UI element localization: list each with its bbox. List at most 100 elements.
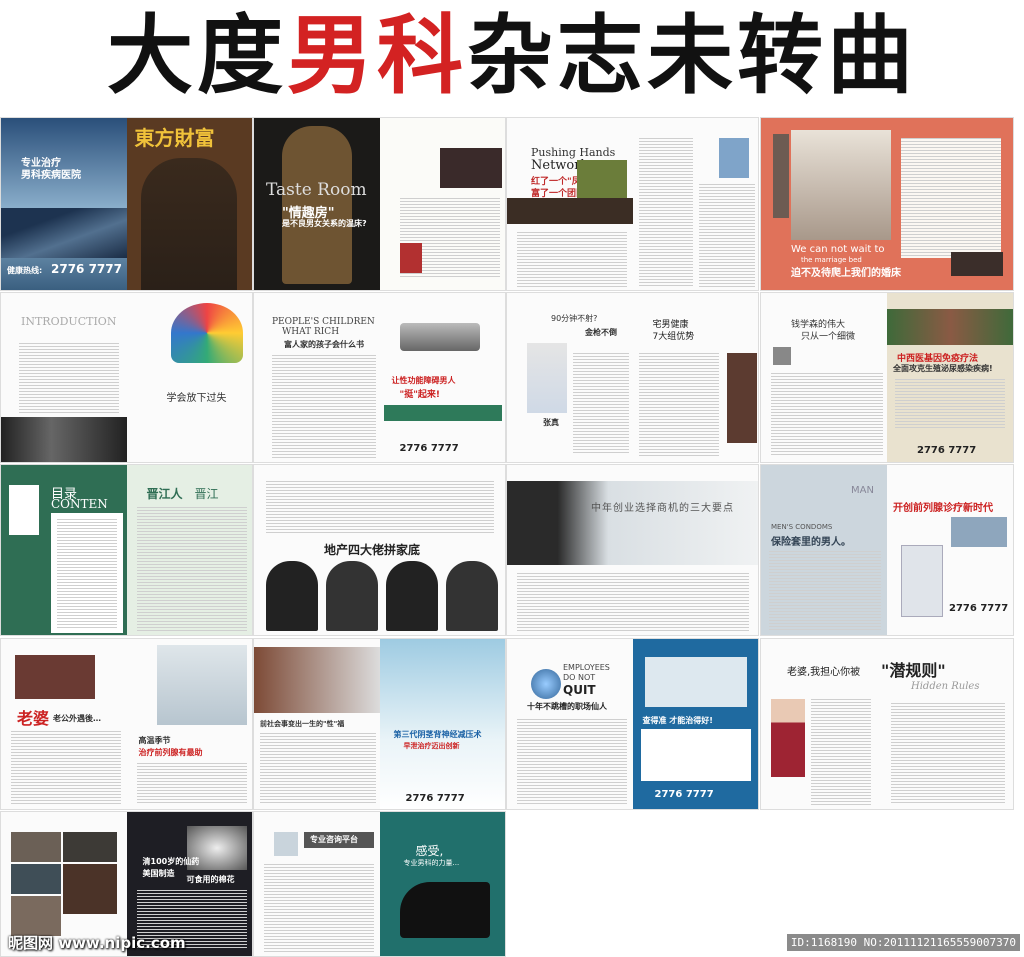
ed-ad-line1: 让性功能障碍男人 <box>391 376 456 385</box>
text-block <box>272 355 376 459</box>
spread-3: Pushing Hands Network 红了一个"凤姐" 富了一个团队 <box>506 117 759 291</box>
text-block <box>891 703 1005 805</box>
dark-band <box>507 198 633 224</box>
text-block <box>769 551 881 631</box>
spread-12: MAN MEN'S CONDOMS 保险套里的男人。 开创前列腺诊疗新时代 27… <box>760 464 1014 636</box>
ed-ad-page: 让性功能障碍男人 "挺"起来! 2776 7777 <box>379 293 505 462</box>
hidden-rules-en: Hidden Rules <box>911 681 980 692</box>
piano-headline: 感受, <box>415 844 444 858</box>
watermark: 昵图网 www.nipic.com <box>8 934 186 952</box>
tycoon-2 <box>326 561 378 631</box>
green-band <box>383 405 502 421</box>
text-block <box>266 481 494 535</box>
employees-en1: EMPLOYEES <box>563 663 610 672</box>
network-page: Pushing Hands Network 红了一个"凤姐" 富了一个团队 <box>507 118 633 290</box>
text-block <box>698 184 755 288</box>
doctor-page: 90分钟不射? 金枪不倒 张真 <box>507 293 633 462</box>
text-block <box>638 138 693 286</box>
consult-page: 专业咨询平台 <box>254 812 380 956</box>
doctor-h1: 90分钟不射? <box>551 314 598 323</box>
spread-8: 钱学森的伟大 只从一个细微 中西医基因免疫疗法 全面攻克生殖泌尿感染疾病! 27… <box>760 292 1014 463</box>
piano-image <box>399 882 490 938</box>
spread-11: 中年创业选择商机的三大要点 <box>506 464 759 636</box>
woman-red-dress <box>771 699 805 777</box>
employees-cn: 十年不跳槽的职场仙人 <box>527 702 607 711</box>
text-block <box>260 733 376 805</box>
cover-fortune: 東方財富 <box>126 118 252 290</box>
parachute-headline: 学会放下过失 <box>166 393 227 404</box>
prostate-summer-page: 高温季节 治疗前列腺有最助 <box>126 639 252 809</box>
rich-en2: WHAT RICH <box>282 327 340 337</box>
taste-room-page: Taste Room "情趣房" 是不良男女关系的温床? <box>254 118 380 290</box>
spread-4: We can not wait to the marriage bed 迫不及待… <box>760 117 1014 291</box>
faucet-image <box>399 323 480 351</box>
diagnosis-phone: 2776 7777 <box>654 789 714 800</box>
collage-5 <box>11 896 61 936</box>
text-block <box>517 719 627 805</box>
contents-page: 目录 CONTEN <box>1 465 127 635</box>
condom-cn: 保险套里的男人。 <box>771 537 851 548</box>
surgery-phone: 2776 7777 <box>405 793 465 804</box>
hidden-rules-h2: "潜规则" <box>881 661 946 680</box>
spread-9: 目录 CONTEN 晋江人 晋江 <box>0 464 253 636</box>
ed-ad-line2: "挺"起来! <box>399 390 440 400</box>
text-block <box>638 353 719 457</box>
cartoon-photo <box>718 138 749 178</box>
diagnosis-white <box>640 729 751 781</box>
midlife-headline: 中年创业选择商机的三大要点 <box>591 503 734 514</box>
collage-2 <box>63 832 117 862</box>
intro-en: INTRODUCTION <box>21 315 117 328</box>
medical-device <box>901 545 943 617</box>
tycoon-3 <box>386 561 438 631</box>
side-photo <box>726 353 757 443</box>
spread-1: 专业治疗 男科疾病医院 健康热线: 2776 7777 東方財富 <box>0 117 253 291</box>
text-block <box>811 699 871 805</box>
employees-page: EMPLOYEES DO NOT QUIT 十年不跳槽的职场仙人 <box>507 639 633 809</box>
text-block <box>136 507 247 633</box>
thumb-photos <box>773 134 789 218</box>
spread-7: 90分钟不射? 金枪不倒 张真 宅男健康 7大组优势 <box>506 292 759 463</box>
spread-15: EMPLOYEES DO NOT QUIT 十年不跳槽的职场仙人 查得准 才能治… <box>506 638 759 810</box>
text-block <box>264 864 374 954</box>
network-text-page <box>632 118 758 290</box>
contents-white-box <box>9 485 39 535</box>
hotel-photo <box>439 148 502 188</box>
text-block <box>517 573 749 631</box>
rich-cn: 富人家的孩子会什么书 <box>284 340 364 349</box>
jinjiang-h2: 晋江 <box>194 487 219 501</box>
marriage-cn: 迫不及待爬上我们的婚床 <box>791 268 901 279</box>
jinjiang-page: 晋江人 晋江 <box>126 465 252 635</box>
surgery-ad-page: 第三代阴茎背神经减压术 早泄治疗迈出创新 2776 7777 <box>379 639 505 809</box>
introduction-page: INTRODUCTION <box>1 293 127 462</box>
man-portrait <box>140 158 237 290</box>
marriage-en: We can not wait to <box>791 244 885 255</box>
condom-page: MAN MEN'S CONDOMS 保险套里的男人。 <box>761 465 887 635</box>
qian-page: 钱学森的伟大 只从一个细微 <box>761 293 887 462</box>
diagnosis-ad-page: 查得准 才能治得好! 2776 7777 <box>632 639 758 809</box>
clinic-photo <box>644 657 747 707</box>
surgery-ad: 第三代阴茎背神经减压术 <box>393 730 482 739</box>
text-block <box>136 763 247 805</box>
hidden-rules-h: 老婆,我担心你被 <box>787 667 861 678</box>
text-block <box>19 343 119 413</box>
mountain-image <box>1 208 127 258</box>
employees-en2: DO NOT <box>563 673 596 682</box>
businessman-photo <box>507 481 758 565</box>
spread-16: 老婆,我担心你被 "潜规则" Hidden Rules <box>760 638 1014 810</box>
otaku-page: 宅男健康 7大组优势 <box>632 293 758 462</box>
otaku-h4: 7大组优势 <box>652 332 695 342</box>
title-part2: 男科 <box>287 6 467 106</box>
spread-18: 专业咨询平台 感受, 专业男科的力量... <box>253 811 506 957</box>
spread-6: PEOPLE'S CHILDREN WHAT RICH 富人家的孩子会什么书 让… <box>253 292 506 463</box>
text-block <box>517 232 627 288</box>
tycoon-4 <box>446 561 498 631</box>
employees-en3: QUIT <box>563 683 596 697</box>
spread-10: 地产四大佬拼家底 <box>253 464 506 636</box>
hotline-label: 健康热线: <box>7 266 43 275</box>
cotton-h3: 可食用的棉花 <box>186 875 235 884</box>
page-title: 大度男科杂志未转曲 <box>0 0 1024 112</box>
text-block <box>901 138 1001 258</box>
prostate-ad: 开创前列腺诊疗新时代 <box>893 503 993 514</box>
tycoons-headline: 地产四大佬拼家底 <box>324 543 421 557</box>
title-part3: 杂志未转曲 <box>467 6 917 106</box>
